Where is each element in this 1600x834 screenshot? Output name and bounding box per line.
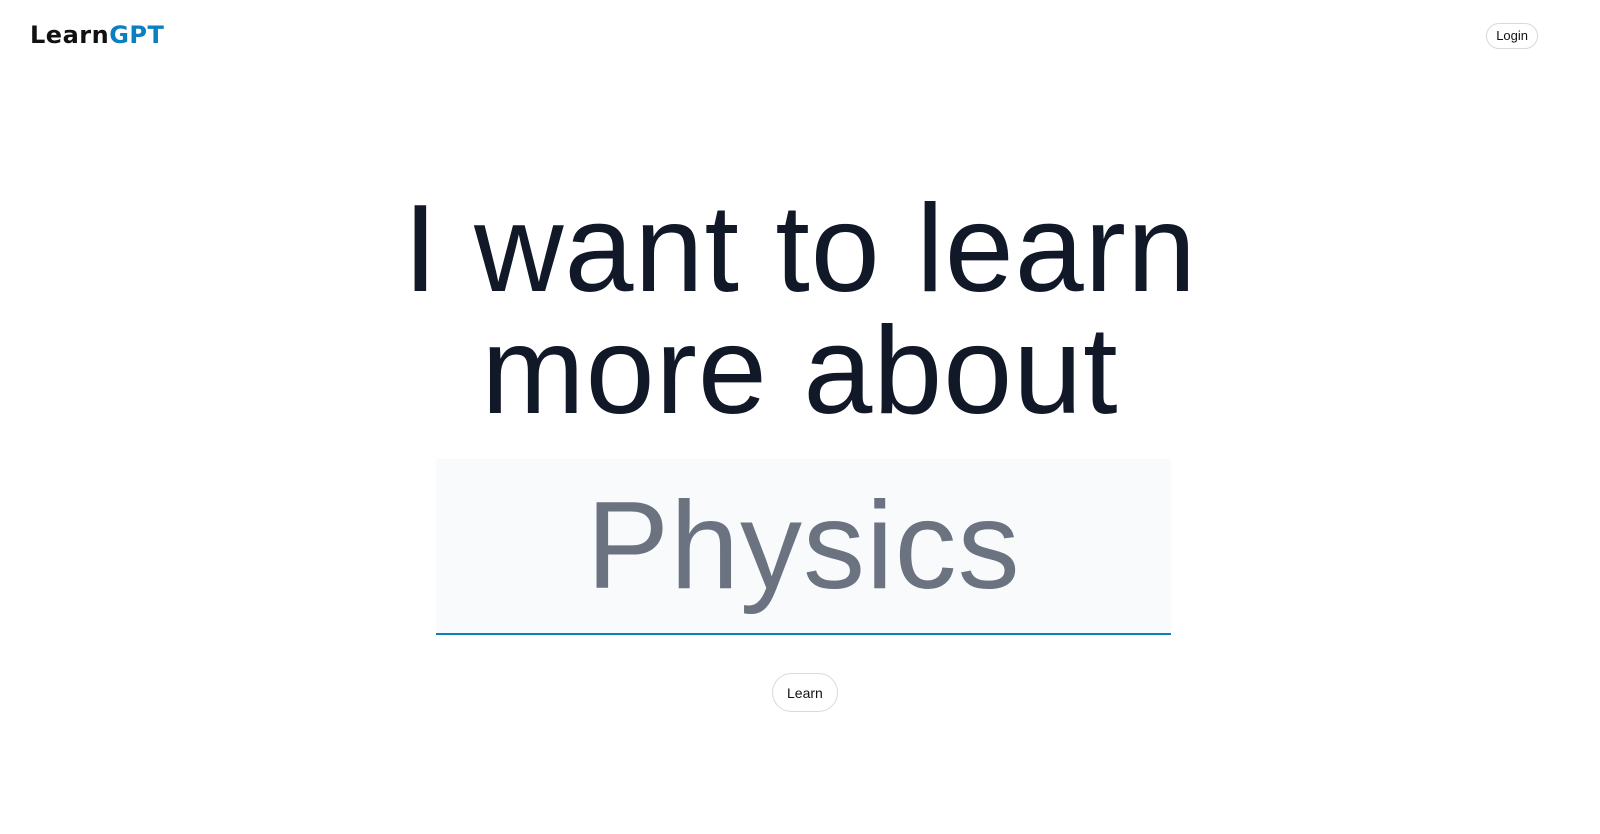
- login-button[interactable]: Login: [1486, 23, 1538, 49]
- learn-button[interactable]: Learn: [772, 673, 838, 712]
- topic-field: [436, 459, 1171, 635]
- logo-primary: Learn: [30, 21, 110, 49]
- hero: I want to learn more about: [0, 187, 1600, 433]
- logo[interactable]: LearnGPT: [30, 20, 164, 50]
- headline: I want to learn more about: [0, 187, 1600, 433]
- headline-line-1: I want to learn: [403, 180, 1197, 318]
- topic-input[interactable]: [436, 459, 1171, 633]
- logo-accent: GPT: [109, 21, 165, 49]
- page: LearnGPT Login I want to learn more abou…: [0, 0, 1600, 834]
- headline-line-2: more about: [481, 302, 1119, 440]
- header: LearnGPT Login: [0, 0, 1600, 72]
